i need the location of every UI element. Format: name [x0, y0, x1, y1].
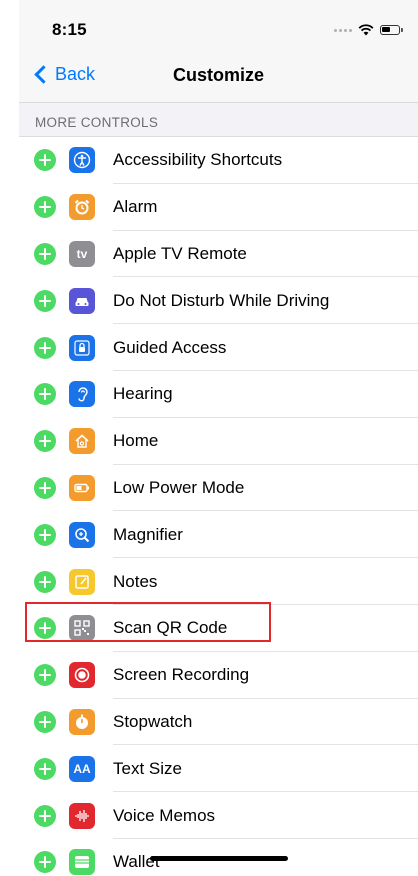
control-label: Low Power Mode — [113, 477, 245, 497]
control-label: Accessibility Shortcuts — [113, 150, 283, 170]
list-item-scan-qr-code[interactable]: Scan QR Code — [19, 605, 418, 652]
ear-icon — [69, 381, 95, 408]
home-indicator — [150, 856, 288, 861]
control-label: Text Size — [113, 758, 182, 778]
navigation-bar: Back Customize — [19, 50, 418, 103]
add-control-button[interactable] — [34, 383, 56, 406]
battery-status-icon — [380, 25, 403, 35]
phone-screen: 8:15 Back Customize MORE CONTROLS Access… — [19, 0, 418, 876]
control-label: Notes — [113, 571, 158, 591]
list-item-magnifier[interactable]: Magnifier — [19, 511, 418, 558]
control-label: Screen Recording — [113, 665, 250, 685]
list-item-guided-access[interactable]: Guided Access — [19, 324, 418, 371]
control-label: Alarm — [113, 197, 158, 217]
list-item-notes[interactable]: Notes — [19, 558, 418, 605]
add-control-button[interactable] — [34, 664, 56, 687]
wifi-icon — [358, 24, 374, 36]
waveform-icon — [69, 802, 95, 829]
list-item-alarm[interactable]: Alarm — [19, 184, 418, 231]
battery-icon — [69, 474, 95, 501]
accessibility-icon — [69, 147, 95, 174]
lock-icon — [69, 334, 95, 361]
notes-icon — [69, 568, 95, 595]
control-label: Apple TV Remote — [113, 243, 247, 263]
text-size-icon-label: AA — [73, 761, 91, 776]
apple-tv-icon: tv — [69, 240, 95, 267]
add-control-button[interactable] — [34, 804, 56, 827]
add-control-button[interactable] — [34, 196, 56, 219]
add-control-button[interactable] — [34, 430, 56, 453]
qr-code-icon — [69, 615, 95, 642]
alarm-clock-icon — [69, 194, 95, 221]
control-label: Home — [113, 431, 159, 451]
add-control-button[interactable] — [34, 476, 56, 499]
status-bar: 8:15 — [19, 0, 418, 50]
add-control-button[interactable] — [34, 336, 56, 359]
list-item-hearing[interactable]: Hearing — [19, 371, 418, 418]
add-control-button[interactable] — [34, 289, 56, 312]
status-icons — [334, 24, 403, 36]
list-item-voice-memos[interactable]: Voice Memos — [19, 792, 418, 839]
list-item-home[interactable]: Home — [19, 418, 418, 465]
list-item-low-power-mode[interactable]: Low Power Mode — [19, 465, 418, 512]
record-icon — [69, 662, 95, 689]
control-label: Voice Memos — [113, 805, 216, 825]
list-item-text-size[interactable]: AA Text Size — [19, 745, 418, 792]
section-header: MORE CONTROLS — [35, 115, 159, 130]
control-label: Stopwatch — [113, 711, 193, 731]
apple-tv-icon-label: tv — [76, 246, 88, 261]
controls-list: Accessibility Shortcuts Alarm tv Apple TV R… — [19, 136, 418, 876]
add-control-button[interactable] — [34, 710, 56, 733]
add-control-button[interactable] — [34, 149, 56, 172]
control-label: Hearing — [113, 384, 173, 404]
add-control-button[interactable] — [34, 851, 56, 874]
page-title: Customize — [172, 65, 264, 85]
add-control-button[interactable] — [34, 242, 56, 265]
status-time: 8:15 — [52, 20, 87, 39]
list-item-do-not-disturb-while-driving[interactable]: Do Not Disturb While Driving — [19, 277, 418, 324]
list-item-apple-tv-remote[interactable]: tv Apple TV Remote — [19, 231, 418, 278]
control-label: Guided Access — [113, 337, 227, 357]
signal-icon — [334, 28, 352, 32]
car-icon — [69, 287, 95, 314]
control-label: Scan QR Code — [113, 618, 228, 638]
control-label: Do Not Disturb While Driving — [113, 290, 330, 310]
list-item-stopwatch[interactable]: Stopwatch — [19, 699, 418, 746]
list-item-screen-recording[interactable]: Screen Recording — [19, 652, 418, 699]
home-icon — [69, 428, 95, 455]
add-control-button[interactable] — [34, 523, 56, 546]
list-item-accessibility-shortcuts[interactable]: Accessibility Shortcuts — [19, 137, 418, 184]
text-size-icon: AA — [69, 755, 95, 782]
control-label: Magnifier — [113, 524, 183, 544]
stopwatch-icon — [69, 708, 95, 735]
add-control-button[interactable] — [34, 617, 56, 640]
wallet-icon — [69, 849, 95, 876]
magnifier-icon — [69, 521, 95, 548]
add-control-button[interactable] — [34, 570, 56, 593]
add-control-button[interactable] — [34, 757, 56, 780]
